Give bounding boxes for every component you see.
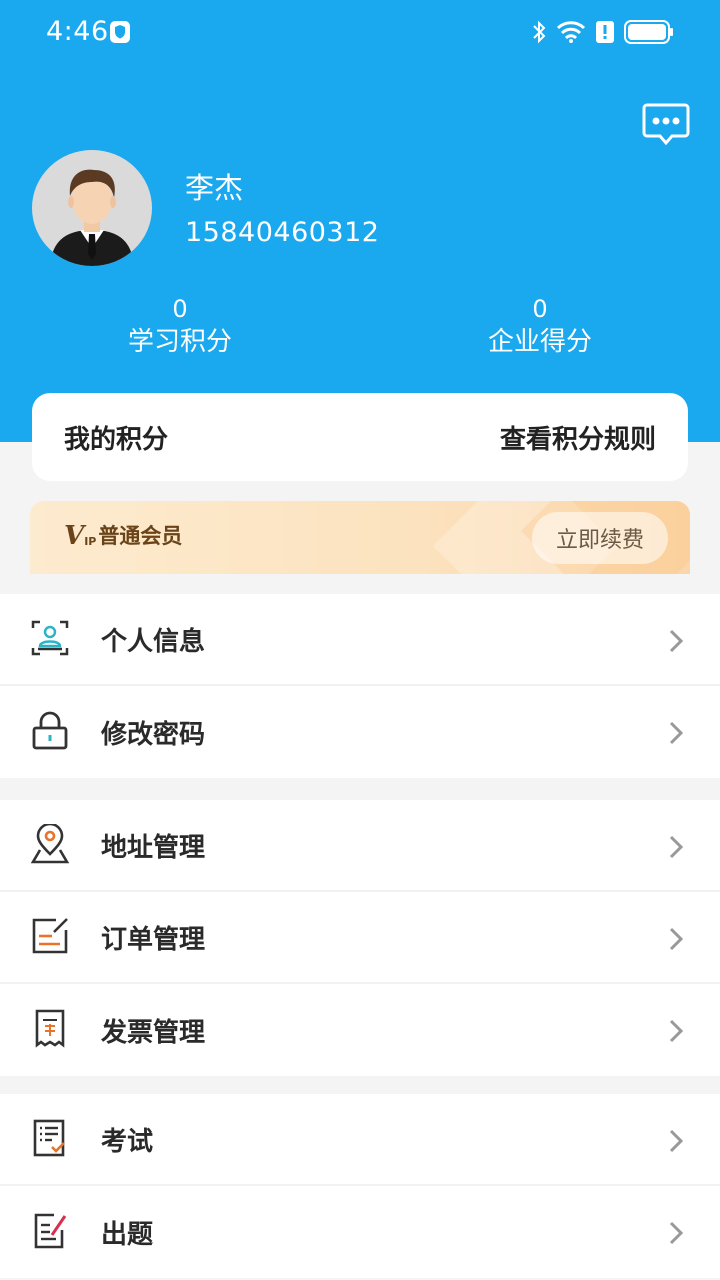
- message-icon[interactable]: [642, 102, 690, 146]
- menu-group-account: 个人信息 修改密码: [0, 594, 720, 778]
- menu-label: 出题: [101, 1219, 154, 1250]
- menu-item-invoices[interactable]: 发票管理: [0, 984, 720, 1076]
- shield-icon: [110, 21, 130, 43]
- renew-button[interactable]: 立即续费: [532, 512, 668, 564]
- menu-group-exam: 考试 出题: [0, 1094, 720, 1278]
- vip-banner: V IP 普通会员 立即续费: [30, 501, 690, 574]
- status-icons: [532, 18, 674, 46]
- write-question-icon: [34, 1213, 67, 1249]
- wifi-icon: [556, 21, 586, 43]
- chevron-right-icon: [669, 629, 684, 653]
- menu-item-exam[interactable]: 考试: [0, 1094, 720, 1186]
- order-edit-icon: [32, 918, 68, 954]
- menu-label: 修改密码: [101, 719, 206, 750]
- stat-value: 0: [172, 295, 188, 323]
- stat-company-score[interactable]: 0 企业得分: [430, 294, 650, 360]
- invoice-icon: [35, 1009, 65, 1048]
- menu-group-management: 地址管理 订单管理 发票管理: [0, 800, 720, 1076]
- chevron-right-icon: [669, 927, 684, 951]
- vip-badge: V IP 普通会员: [64, 523, 182, 549]
- user-name: 李杰: [185, 171, 244, 205]
- person-card-icon: [31, 620, 69, 656]
- menu-item-create-question[interactable]: 出题: [0, 1186, 720, 1278]
- chevron-right-icon: [669, 1019, 684, 1043]
- menu-label: 考试: [101, 1126, 154, 1157]
- menu-label: 地址管理: [101, 832, 206, 863]
- menu-label: 发票管理: [101, 1017, 206, 1048]
- exam-checklist-icon: [33, 1119, 65, 1157]
- my-points-card: 我的积分 查看积分规则: [32, 393, 688, 481]
- chevron-right-icon: [669, 1129, 684, 1153]
- stat-value: 0: [532, 295, 548, 323]
- vip-level: 普通会员: [98, 524, 183, 548]
- menu-item-change-password[interactable]: 修改密码: [0, 686, 720, 778]
- vip-logo-v: V: [64, 521, 85, 551]
- chevron-right-icon: [669, 835, 684, 859]
- avatar-person-icon: [50, 169, 134, 266]
- menu-item-orders[interactable]: 订单管理: [0, 892, 720, 984]
- stat-study-points[interactable]: 0 学习积分: [70, 294, 290, 360]
- chevron-right-icon: [669, 721, 684, 745]
- alert-icon: [596, 21, 614, 43]
- status-time: 4:46: [46, 16, 109, 47]
- bluetooth-icon: [533, 20, 546, 44]
- location-pin-icon: [30, 824, 70, 864]
- user-phone: 15840460312: [185, 217, 380, 248]
- status-bar: 4:46: [0, 0, 720, 66]
- menu-item-personal-info[interactable]: 个人信息: [0, 594, 720, 686]
- avatar[interactable]: [32, 150, 152, 266]
- lock-icon: [32, 711, 68, 750]
- battery-icon: [624, 20, 673, 44]
- menu-item-address[interactable]: 地址管理: [0, 800, 720, 892]
- vip-logo-ip: IP: [84, 535, 97, 548]
- menu-label: 订单管理: [101, 924, 206, 955]
- my-points-title: 我的积分: [64, 424, 169, 455]
- stat-label: 企业得分: [487, 327, 592, 357]
- menu-label: 个人信息: [101, 626, 206, 657]
- stat-label: 学习积分: [127, 327, 232, 357]
- chevron-right-icon: [669, 1221, 684, 1245]
- points-rules-link[interactable]: 查看积分规则: [500, 419, 656, 456]
